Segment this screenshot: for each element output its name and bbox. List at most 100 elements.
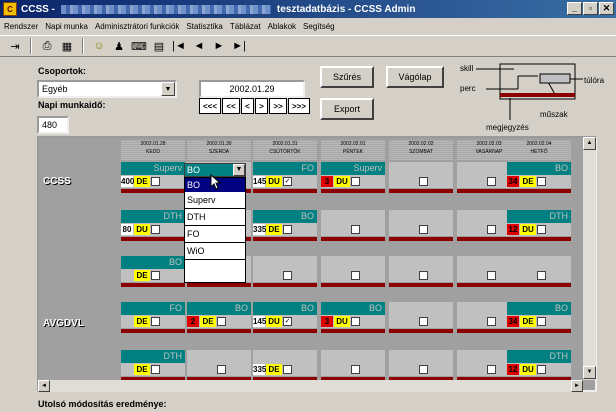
- schedule-cell[interactable]: [321, 256, 385, 287]
- cell-note-bar[interactable]: [389, 329, 453, 333]
- cell-skill[interactable]: [507, 256, 571, 269]
- cell-minutes[interactable]: 400: [121, 176, 134, 187]
- dropdown-option-superv[interactable]: Superv: [185, 192, 245, 209]
- schedule-cell[interactable]: BO 335 DE: [253, 210, 317, 241]
- cell-minutes[interactable]: [253, 270, 265, 281]
- cell-shift[interactable]: [334, 224, 350, 235]
- cell-overtime-checkbox[interactable]: [151, 317, 160, 326]
- nav-fwd-1-button[interactable]: >: [255, 98, 268, 114]
- cell-shift[interactable]: DE: [134, 316, 150, 327]
- nav-back-1-button[interactable]: <: [241, 98, 254, 114]
- schedule-cell[interactable]: BO 34 DE: [507, 162, 571, 193]
- cell-overtime-checkbox[interactable]: [537, 365, 546, 374]
- cell-shift[interactable]: [402, 316, 418, 327]
- nav-back-2-button[interactable]: <<: [222, 98, 240, 114]
- cell-shift[interactable]: DE: [134, 270, 150, 281]
- scroll-down-icon[interactable]: ▼: [583, 366, 596, 379]
- schedule-cell[interactable]: Superv 400 DE: [121, 162, 185, 193]
- chevron-down-icon[interactable]: ▼: [233, 164, 245, 176]
- schedule-cell[interactable]: [321, 210, 385, 241]
- nav-fwd-3-button[interactable]: >>>: [288, 98, 310, 114]
- schedule-cell[interactable]: BO DE: [121, 256, 185, 287]
- cell-minutes[interactable]: 145: [253, 316, 266, 327]
- cell-shift[interactable]: DE: [134, 364, 150, 375]
- cell-minutes[interactable]: 12: [507, 364, 519, 375]
- cell-note-bar[interactable]: [507, 237, 571, 241]
- cell-overtime-checkbox[interactable]: [537, 271, 546, 280]
- nav-fwd-2-button[interactable]: >>: [269, 98, 287, 114]
- next-record-icon[interactable]: ►: [210, 37, 228, 55]
- cell-note-bar[interactable]: [253, 329, 317, 333]
- menu-segitseg[interactable]: Segítség: [303, 22, 335, 31]
- export-button[interactable]: Export: [320, 98, 374, 120]
- cell-shift[interactable]: DU: [334, 316, 350, 327]
- cell-note-bar[interactable]: [253, 283, 317, 287]
- cell-minutes[interactable]: 80: [121, 224, 133, 235]
- schedule-cell[interactable]: DTH 80 DU: [121, 210, 185, 241]
- schedule-cell[interactable]: [389, 210, 453, 241]
- cell-shift[interactable]: DU: [520, 224, 536, 235]
- preview-icon[interactable]: ▦: [58, 37, 76, 55]
- prev-record-icon[interactable]: ◄: [190, 37, 208, 55]
- schedule-cell[interactable]: BO 145 DU ✓: [253, 302, 317, 333]
- cell-shift[interactable]: DU: [520, 364, 536, 375]
- cell-overtime-checkbox[interactable]: [419, 177, 428, 186]
- cell-overtime-checkbox[interactable]: [351, 271, 360, 280]
- cell-note-bar[interactable]: [507, 189, 571, 193]
- cell-note-bar[interactable]: [187, 329, 251, 333]
- cell-overtime-checkbox[interactable]: [419, 365, 428, 374]
- print-icon[interactable]: ⎙: [38, 37, 56, 55]
- vertical-scrollbar[interactable]: ▲ ▼: [583, 137, 596, 380]
- scroll-left-icon[interactable]: ◄: [38, 380, 50, 392]
- cell-note-bar[interactable]: [321, 189, 385, 193]
- cell-shift[interactable]: DE: [134, 176, 150, 187]
- user-icon[interactable]: ♟: [110, 37, 128, 55]
- cell-shift[interactable]: DE: [520, 316, 536, 327]
- cell-overtime-checkbox[interactable]: [419, 317, 428, 326]
- cell-overtime-checkbox[interactable]: [419, 271, 428, 280]
- cell-skill[interactable]: [253, 256, 317, 269]
- menu-statisztika[interactable]: Statisztika: [186, 22, 222, 31]
- cell-skill[interactable]: BO: [253, 210, 317, 223]
- cell-overtime-checkbox[interactable]: [487, 225, 496, 234]
- cell-shift[interactable]: DE: [520, 176, 536, 187]
- cell-minutes[interactable]: 12: [507, 224, 519, 235]
- schedule-cell[interactable]: [187, 350, 251, 381]
- cell-skill[interactable]: [389, 210, 453, 223]
- cell-note-bar[interactable]: [389, 189, 453, 193]
- schedule-cell[interactable]: FO DE: [121, 302, 185, 333]
- cell-overtime-checkbox[interactable]: ✓: [283, 177, 292, 186]
- schedule-cell[interactable]: BO 34 DE: [507, 302, 571, 333]
- cell-minutes[interactable]: 335: [253, 364, 266, 375]
- cell-skill[interactable]: [187, 350, 251, 363]
- cell-overtime-checkbox[interactable]: [351, 317, 360, 326]
- first-record-icon[interactable]: |◄: [170, 37, 188, 55]
- cell-overtime-checkbox[interactable]: [217, 365, 226, 374]
- cell-shift[interactable]: [470, 364, 486, 375]
- cell-note-bar[interactable]: [253, 237, 317, 241]
- cell-note-bar[interactable]: [121, 189, 185, 193]
- cell-shift[interactable]: [266, 270, 282, 281]
- cell-skill[interactable]: BO: [321, 302, 385, 315]
- cell-note-bar[interactable]: [121, 237, 185, 241]
- exit-icon[interactable]: ⇥: [6, 37, 24, 55]
- keyboard-icon[interactable]: ⌨: [130, 37, 148, 55]
- cell-overtime-checkbox[interactable]: [487, 365, 496, 374]
- schedule-cell[interactable]: 335 DE: [253, 350, 317, 381]
- csoportok-select[interactable]: Egyéb ▼: [37, 80, 177, 98]
- date-input[interactable]: 2002.01.29: [199, 80, 305, 98]
- cell-shift[interactable]: DU: [266, 176, 282, 187]
- menu-napi-munka[interactable]: Napi munka: [45, 22, 88, 31]
- cell-overtime-checkbox[interactable]: [487, 177, 496, 186]
- cell-overtime-checkbox[interactable]: [537, 317, 546, 326]
- cell-overtime-checkbox[interactable]: [419, 225, 428, 234]
- cell-shift[interactable]: [470, 316, 486, 327]
- cell-shift[interactable]: [402, 270, 418, 281]
- cell-overtime-checkbox[interactable]: [151, 271, 160, 280]
- cell-overtime-checkbox[interactable]: [151, 365, 160, 374]
- cell-note-bar[interactable]: [321, 237, 385, 241]
- cell-note-bar[interactable]: [253, 189, 317, 193]
- cell-overtime-checkbox[interactable]: [351, 177, 360, 186]
- menu-tablazat[interactable]: Táblázat: [230, 22, 261, 31]
- schedule-cell[interactable]: DTH 12 DU: [507, 350, 571, 381]
